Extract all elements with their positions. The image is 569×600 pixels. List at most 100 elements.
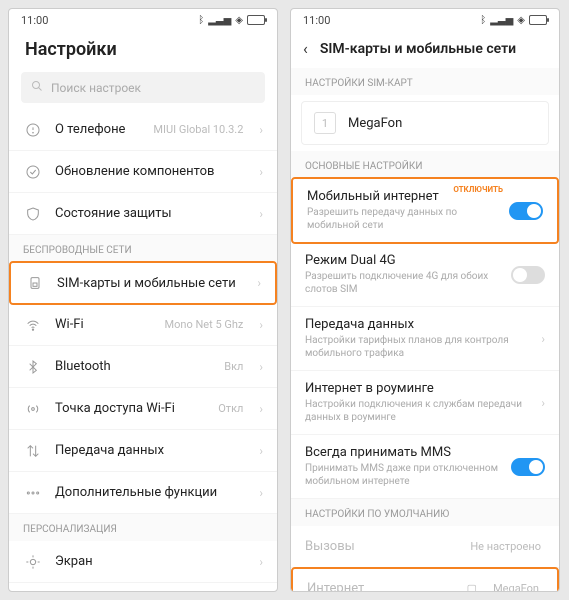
mms-toggle[interactable] [511,458,545,476]
section-main-settings: ОСНОВНЫЕ НАСТРОЙКИ [291,151,559,178]
row-bluetooth[interactable]: Bluetooth Вкл › [9,346,277,388]
sim-card-item[interactable]: 1 MegaFon [301,101,549,145]
row-label: Режим Dual 4G [305,253,499,268]
row-value: Вкл [224,360,243,373]
row-roaming[interactable]: Интернет в роуминге Настройки подключени… [291,371,559,435]
status-bar: 11:00 ᛒ ▂▃▅ ◈ [291,9,559,31]
mobile-data-toggle[interactable] [509,202,543,220]
row-sublabel: Настройки тарифных планов для контроля м… [305,334,529,360]
row-label: О телефоне [55,122,141,137]
row-about-phone[interactable]: О телефоне MIUI Global 10.3.2 › [9,109,277,151]
row-sim-networks[interactable]: SIM-карты и мобильные сети › [9,261,277,305]
row-wallpaper[interactable]: Обои › [9,583,277,591]
row-mobile-data[interactable]: ОТКЛЮЧИТЬ Мобильный интернет Разрешить п… [291,177,559,244]
row-data-transfer[interactable]: Передача данных › [9,430,277,472]
chevron-right-icon: › [259,318,263,332]
row-more-functions[interactable]: Дополнительные функции › [9,472,277,514]
chevron-right-icon: › [259,207,263,221]
row-label: SIM-карты и мобильные сети [57,276,245,291]
sim-settings-screen-right: 11:00 ᛒ ▂▃▅ ◈ ‹ SIM-карты и мобильные се… [290,8,560,592]
row-label: Обновление компонентов [55,164,247,179]
page-header: ‹ SIM-карты и мобильные сети [291,31,559,68]
chevron-right-icon: › [259,165,263,179]
search-input[interactable]: Поиск настроек [21,72,265,103]
bluetooth-icon: ᛒ [198,15,204,26]
section-default-settings: НАСТРОЙКИ ПО УМОЛЧАНИЮ [291,499,559,526]
row-label: Всегда принимать MMS [305,445,499,460]
data-icon [23,441,43,461]
row-label: Интернет в роуминге [305,381,529,396]
row-value: MegaFon [493,582,539,592]
status-time: 11:00 [303,14,330,27]
signal-icon: ▂▃▅ [490,15,513,26]
row-sublabel: Разрешить подключение 4G для обоих слото… [305,270,499,296]
row-label: Точка доступа Wi-Fi [55,401,206,416]
status-icons: ᛒ ▂▃▅ ◈ [480,15,547,26]
sim-index-badge: 1 [314,112,336,134]
row-value: Не настроено [470,540,541,553]
row-value: Откл [218,402,243,415]
row-hotspot[interactable]: Точка доступа Wi-Fi Откл › [9,388,277,430]
section-sim-settings: НАСТРОЙКИ SIM-КАРТ [291,68,559,95]
status-icons: ᛒ ▂▃▅ ◈ [198,15,265,26]
row-label: Дополнительные функции [55,485,247,500]
row-dual-4g[interactable]: Режим Dual 4G Разрешить подключение 4G д… [291,243,559,307]
row-default-calls[interactable]: Вызовы Не настроено [291,526,559,568]
row-sublabel: Принимать MMS даже при отключенном мобил… [305,462,499,488]
dual-4g-toggle[interactable] [511,266,545,284]
chevron-right-icon: › [259,402,263,416]
row-label: Wi-Fi [55,317,153,332]
chevron-right-icon: › [259,360,263,374]
row-screen[interactable]: Экран › [9,541,277,583]
row-label: Передача данных [55,443,247,458]
sim-name: MegaFon [348,116,402,131]
status-time: 11:00 [21,14,48,27]
sim-chip-icon: ▢ [467,582,477,592]
chevron-right-icon: › [259,123,263,137]
chevron-right-icon: › [259,486,263,500]
update-icon [23,162,43,182]
chevron-right-icon: › [257,276,261,290]
shield-icon [23,204,43,224]
row-label: Передача данных [305,317,529,332]
disable-annotation: ОТКЛЮЧИТЬ [453,185,503,194]
row-update-components[interactable]: Обновление компонентов › [9,151,277,193]
battery-icon [529,15,547,25]
page-title-wrap: Настройки [9,31,277,72]
page-title: Настройки [25,39,117,60]
wifi-icon [23,315,43,335]
section-wireless: БЕСПРОВОДНЫЕ СЕТИ [9,235,277,262]
row-sublabel: Разрешить передачу данных по мобильной с… [307,206,497,232]
row-label: Bluetooth [55,359,212,374]
row-default-internet[interactable]: Интернет ▢ MegaFon [291,567,559,591]
back-arrow-icon[interactable]: ‹ [303,39,308,58]
row-label: Вызовы [305,539,458,554]
chevron-right-icon: › [259,444,263,458]
row-data-usage[interactable]: Передача данных Настройки тарифных плано… [291,307,559,371]
hotspot-icon [23,399,43,419]
wifi-icon: ◈ [517,15,525,26]
row-label: Состояние защиты [55,206,247,221]
search-placeholder: Поиск настроек [51,81,141,95]
row-value: Mono Net 5 Ghz [165,318,244,331]
wifi-icon: ◈ [235,15,243,26]
row-label: Экран [55,554,247,569]
settings-screen-left: 11:00 ᛒ ▂▃▅ ◈ Настройки Поиск настроек О… [8,8,278,592]
bluetooth-icon [23,357,43,377]
sim-icon [25,273,45,293]
chevron-right-icon: › [541,396,545,410]
battery-icon [247,15,265,25]
screen-icon [23,552,43,572]
section-personalization: ПЕРСОНАЛИЗАЦИЯ [9,514,277,541]
bluetooth-icon: ᛒ [480,15,486,26]
phone-icon [23,120,43,140]
row-security-status[interactable]: Состояние защиты › [9,193,277,235]
signal-icon: ▂▃▅ [208,15,231,26]
search-icon [31,80,43,95]
more-icon [23,483,43,503]
row-always-mms[interactable]: Всегда принимать MMS Принимать MMS даже … [291,435,559,499]
page-title: SIM-карты и мобильные сети [320,41,516,57]
row-label: Интернет [307,581,455,592]
chevron-right-icon: › [259,555,263,569]
row-wifi[interactable]: Wi-Fi Mono Net 5 Ghz › [9,304,277,346]
